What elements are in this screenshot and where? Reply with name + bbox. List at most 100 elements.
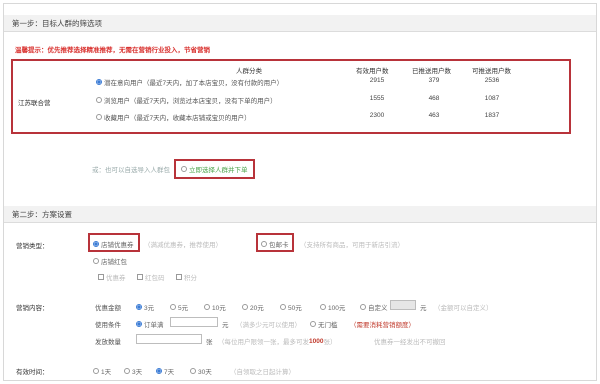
option-label: 50元 xyxy=(288,305,302,312)
radio-icon[interactable] xyxy=(93,258,99,264)
sub-option-3[interactable]: 积分 xyxy=(176,272,197,282)
option-label: 30天 xyxy=(198,369,212,376)
type-option-shipping-note: （支持所有商品，可用于新店引流） xyxy=(300,239,404,249)
row-label: 收藏用户（最近7天内，收藏本店铺或宝贝的用户） xyxy=(104,115,251,122)
step1-hint: 温馨提示：优先推荐选择精准推荐，无需在营销行业投入，节省营销 xyxy=(15,47,210,54)
type-label: 营销类型： xyxy=(16,243,49,250)
amount-option-3[interactable]: 10元 xyxy=(204,302,226,312)
time-option-2[interactable]: 3天 xyxy=(124,366,142,376)
amount-option-custom[interactable]: 自定义 xyxy=(360,302,388,312)
row-available: 2536 xyxy=(484,77,500,84)
radio-icon[interactable] xyxy=(190,368,196,374)
amount-option-1[interactable]: 3元 xyxy=(136,302,154,312)
option-label: 店铺红包 xyxy=(101,259,127,266)
radio-icon[interactable] xyxy=(136,321,142,327)
type-option-red-packet[interactable]: 店铺红包 xyxy=(93,256,127,266)
amount-option-5[interactable]: 50元 xyxy=(280,302,302,312)
qty-tail: 优惠券一经发出不可撤回 xyxy=(374,339,446,346)
radio-icon[interactable] xyxy=(242,304,248,310)
step2-header: 第二步：方案设置 xyxy=(4,206,596,223)
threshold-label: 使用条件 xyxy=(95,322,121,329)
type-option-free-shipping[interactable]: 包邮卡 xyxy=(261,239,289,249)
row-sent: 468 xyxy=(428,95,440,102)
audience-row-3[interactable]: 收藏用户（最近7天内，收藏本店铺或宝贝的用户） xyxy=(96,112,251,122)
threshold-option-none[interactable]: 无门槛 xyxy=(310,319,338,329)
threshold-option-min[interactable]: 订单满 xyxy=(136,319,164,329)
radio-icon[interactable] xyxy=(93,368,99,374)
row-available: 1087 xyxy=(484,95,500,102)
qty-label: 发放数量 xyxy=(95,339,121,346)
row-sent: 379 xyxy=(428,77,440,84)
radio-icon[interactable] xyxy=(320,304,326,310)
option-note: （满减优惠券，推荐使用） xyxy=(144,242,222,249)
import-audience-link[interactable]: 或：也可以自选导入人群包 xyxy=(92,164,170,174)
audience-row-2[interactable]: 浏览用户（最近7天内，浏览过本店宝贝，没有下单的用户） xyxy=(96,95,277,105)
option-label: 无门槛 xyxy=(318,322,338,329)
option-label: 红包码 xyxy=(145,275,165,282)
option-label: 优惠券 xyxy=(106,275,126,282)
amount-option-2[interactable]: 5元 xyxy=(170,302,188,312)
option-label: 订单满 xyxy=(144,322,164,329)
radio-icon[interactable] xyxy=(360,304,366,310)
radio-icon[interactable] xyxy=(93,241,99,247)
radio-icon[interactable] xyxy=(156,368,162,374)
col-header-sent: 已推送用户数 xyxy=(412,68,451,75)
time-option-4[interactable]: 30天 xyxy=(190,366,212,376)
qty-input[interactable] xyxy=(136,334,202,344)
sub-option-2[interactable]: 红包码 xyxy=(137,272,165,282)
col-header-available: 可推送用户数 xyxy=(472,68,511,75)
radio-icon xyxy=(181,166,187,172)
checkbox-icon[interactable] xyxy=(98,274,104,280)
threshold-input[interactable] xyxy=(170,317,218,327)
qty-note-text: （每位用户限领一张，最多可发 xyxy=(218,339,309,346)
option-label: 包邮卡 xyxy=(269,242,289,249)
radio-icon[interactable] xyxy=(96,114,102,120)
qty-max: 1000 xyxy=(309,337,324,345)
threshold-hint: （需要消耗营销额度） xyxy=(350,322,415,329)
radio-icon[interactable] xyxy=(280,304,286,310)
time-note: （自领取之日起计算） xyxy=(230,369,295,376)
radio-icon[interactable] xyxy=(261,241,267,247)
radio-icon[interactable] xyxy=(124,368,130,374)
step1-actions: 或：也可以自选导入人群包 立即选择人群并下单 xyxy=(92,159,255,179)
amount-option-6[interactable]: 100元 xyxy=(320,302,345,312)
radio-icon[interactable] xyxy=(96,97,102,103)
type-option-coupon[interactable]: 店铺优惠券 xyxy=(93,239,134,249)
time-option-3[interactable]: 7天 xyxy=(156,366,174,376)
content-label: 营销内容： xyxy=(16,305,49,312)
radio-icon[interactable] xyxy=(204,304,210,310)
option-label: 积分 xyxy=(184,275,197,282)
row-sent: 463 xyxy=(428,112,440,119)
time-option-1[interactable]: 1天 xyxy=(93,366,111,376)
audience-row-1[interactable]: 潜在意向用户（最近7天内，加了本店宝贝，没有付款的用户） xyxy=(96,77,283,87)
custom-amount-input[interactable] xyxy=(390,300,416,310)
amount-unit: 元 xyxy=(420,305,427,312)
select-audience-button[interactable]: 立即选择人群并下单 xyxy=(174,159,255,179)
option-label: 3元 xyxy=(144,305,155,312)
row-label: 潜在意向用户（最近7天内，加了本店宝贝，没有付款的用户） xyxy=(104,80,284,87)
option-label: 1天 xyxy=(101,369,112,376)
col-header-total: 有效用户数 xyxy=(356,68,389,75)
sub-option-1[interactable]: 优惠券 xyxy=(98,272,126,282)
radio-icon[interactable] xyxy=(170,304,176,310)
radio-icon[interactable] xyxy=(136,304,142,310)
row-total: 1555 xyxy=(369,95,385,102)
checkbox-icon[interactable] xyxy=(137,274,143,280)
option-label: 自定义 xyxy=(368,305,388,312)
qty-note-end: 张） xyxy=(323,339,337,346)
type-option-coupon-note: （满减优惠券，推荐使用） xyxy=(144,239,222,249)
amount-option-4[interactable]: 20元 xyxy=(242,302,264,312)
step1-header: 第一步：目标人群的筛选项 xyxy=(4,15,596,32)
option-label: 100元 xyxy=(328,305,346,312)
radio-icon[interactable] xyxy=(310,321,316,327)
row-available: 1837 xyxy=(484,112,500,119)
amount-note: （金额可以自定义） xyxy=(434,305,493,312)
row-total: 2300 xyxy=(369,112,385,119)
qty-unit: 张 xyxy=(206,339,213,346)
qty-note: （每位用户限领一张，最多可发 1000 张） xyxy=(218,336,337,347)
checkbox-icon[interactable] xyxy=(176,274,182,280)
option-label: 3天 xyxy=(132,369,143,376)
radio-icon[interactable] xyxy=(96,79,102,85)
row-total: 2915 xyxy=(369,77,385,84)
option-note: （支持所有商品，可用于新店引流） xyxy=(300,242,404,249)
